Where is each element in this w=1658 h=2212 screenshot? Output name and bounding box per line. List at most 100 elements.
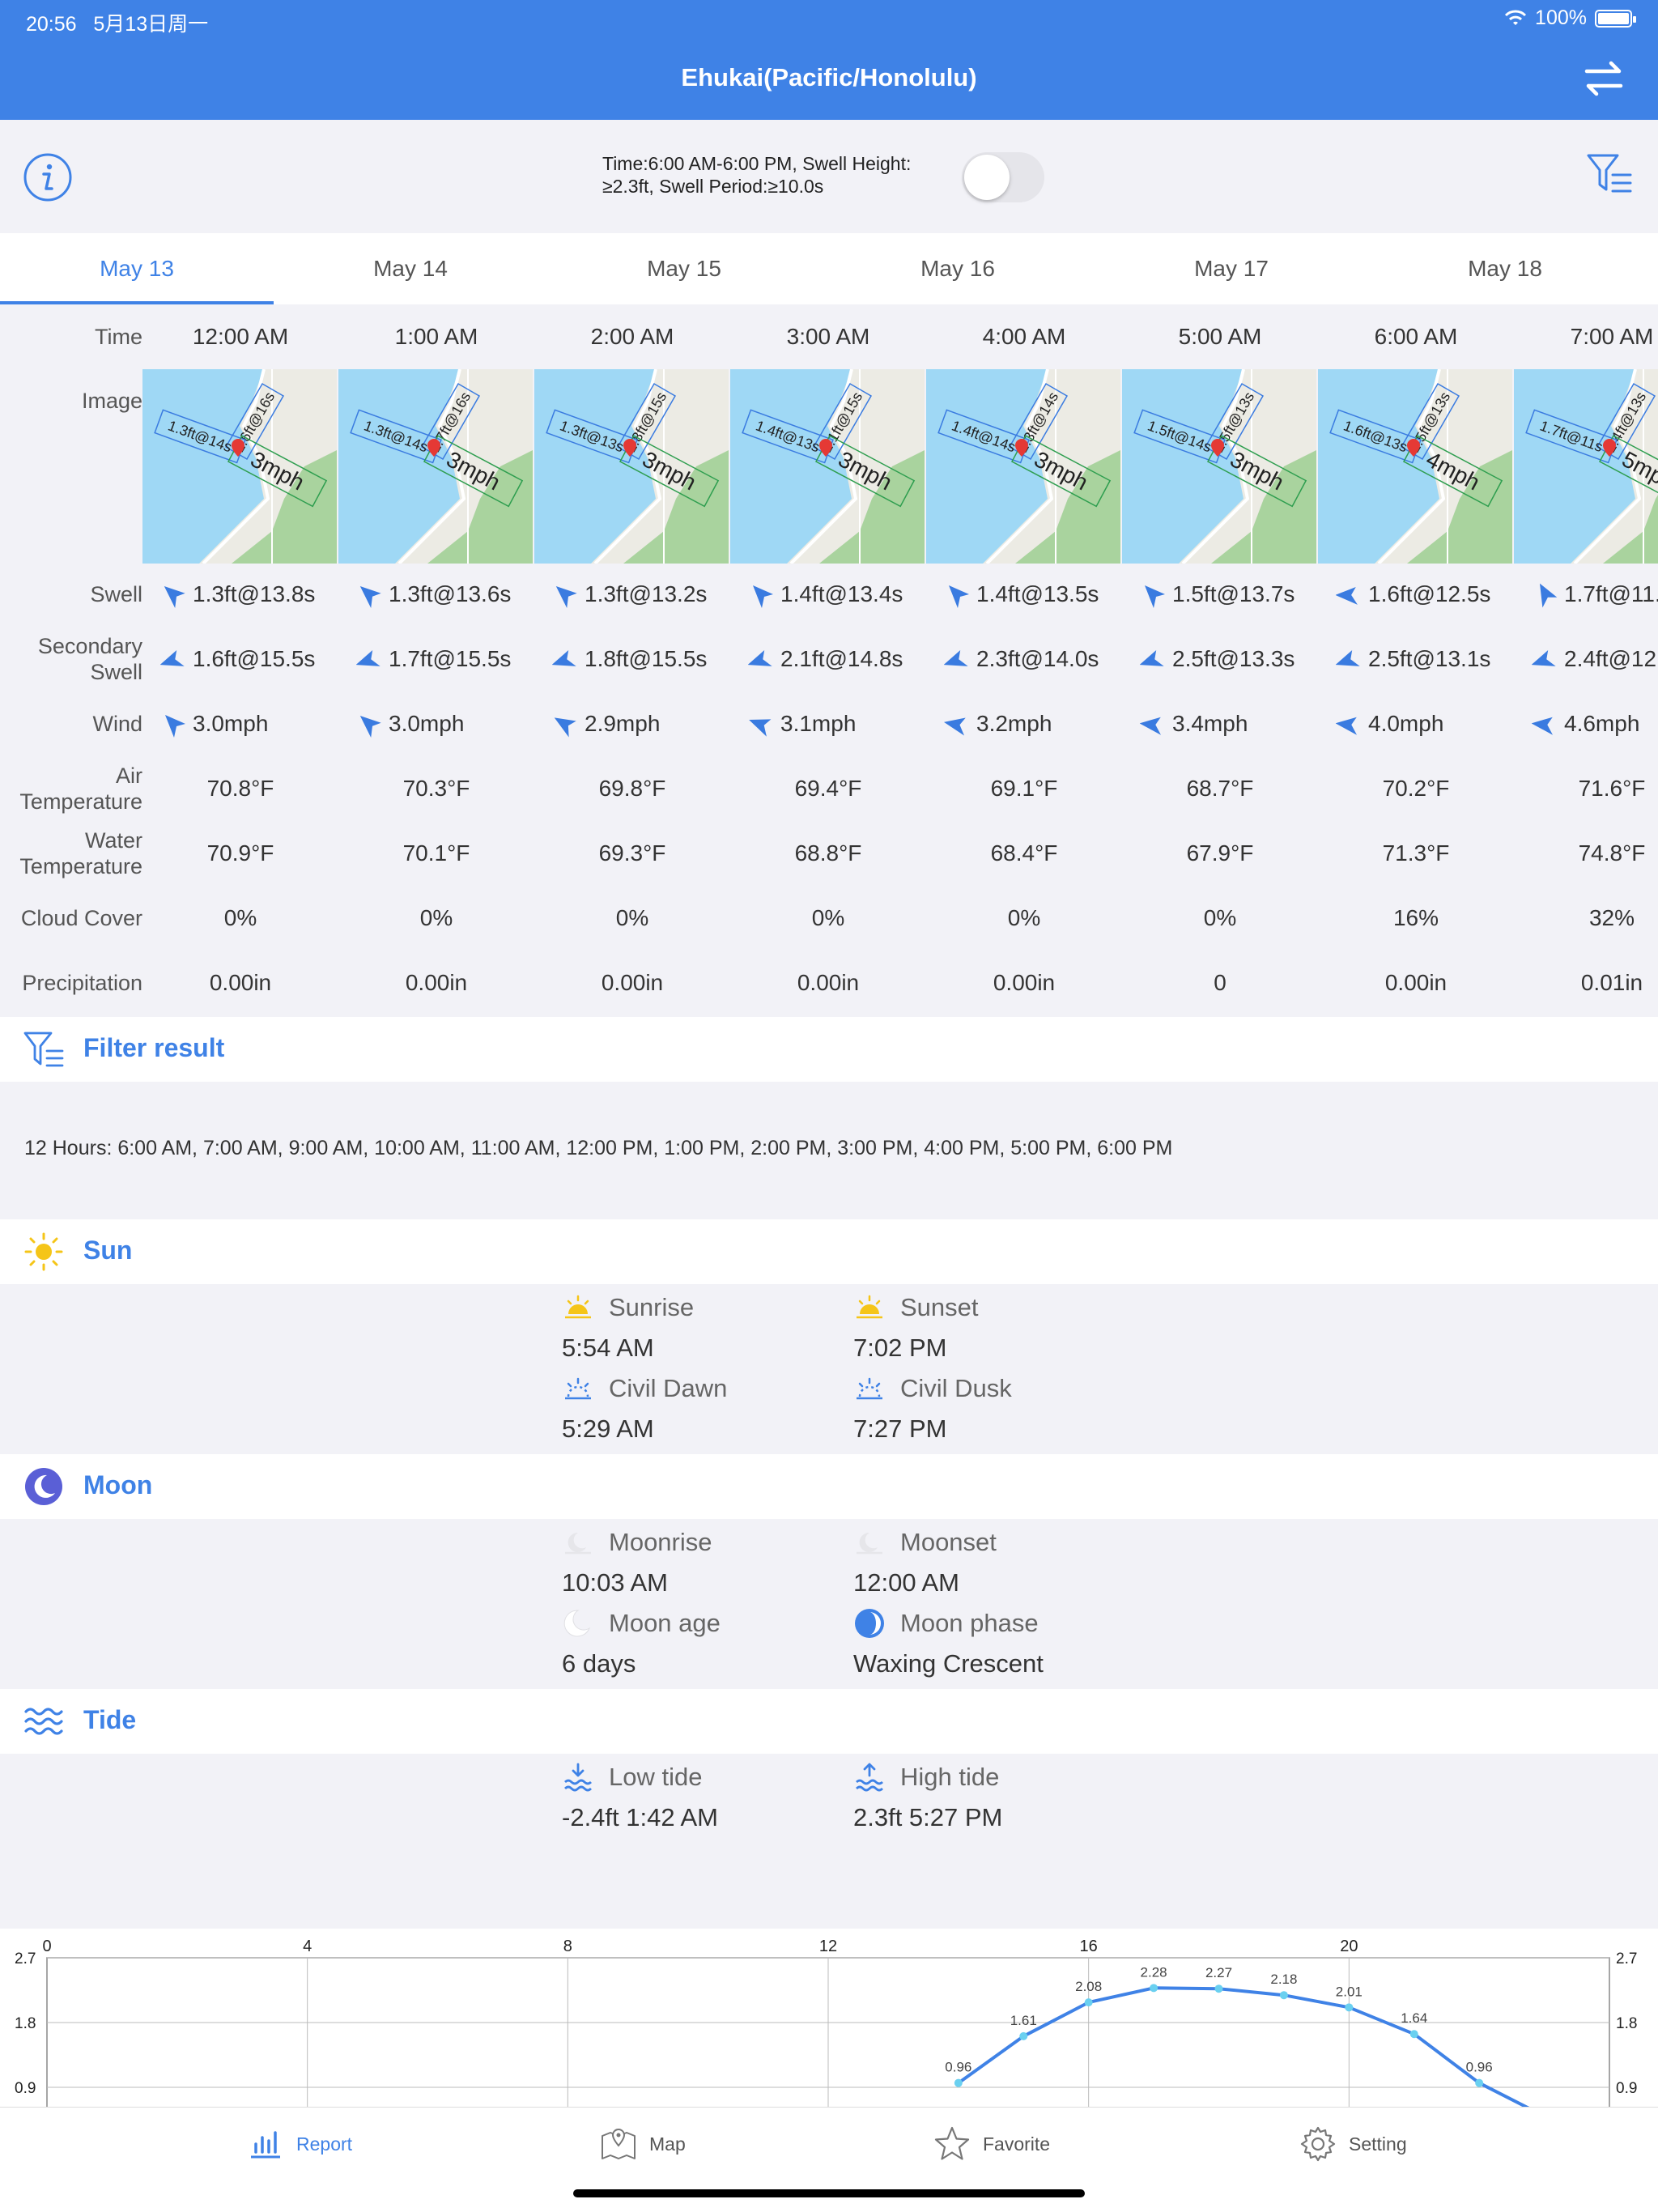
wind-direction-icon bbox=[749, 719, 772, 737]
swell-cell: 1.3ft@13.2s bbox=[534, 580, 730, 612]
swell-cell: 1.4ft@13.4s bbox=[730, 580, 926, 612]
high-tide-value: 2.3ft 5:27 PM bbox=[853, 1803, 1003, 1831]
tide-point bbox=[1150, 1984, 1158, 1993]
moon-age-value: 6 days bbox=[562, 1649, 636, 1678]
sun-header: Sun bbox=[0, 1219, 1658, 1284]
y-tick-label-right: 0.9 bbox=[1616, 2080, 1637, 2097]
secondary-swell-cell: 1.7ft@15.5s bbox=[338, 644, 534, 677]
surf-map-image[interactable]: 1.7ft@16s 1.3ft@14s 3mph bbox=[338, 369, 533, 564]
secondary-swell-direction-icon bbox=[1140, 650, 1164, 666]
surf-map-image[interactable]: 1.8ft@15s 1.3ft@13s 3mph bbox=[534, 369, 729, 564]
surf-map-image[interactable]: 2.5ft@13s 1.6ft@13s 4mph bbox=[1318, 369, 1512, 564]
tide-value-label: 0.96 bbox=[1466, 2060, 1493, 2075]
tide-value-label: 2.28 bbox=[1141, 1964, 1167, 1980]
cloud-cover-cell: 0% bbox=[419, 905, 453, 930]
sunset-icon bbox=[857, 1295, 882, 1319]
secondary-swell-cell: 2.5ft@13.1s bbox=[1318, 644, 1514, 677]
x-tick-label: 0 bbox=[42, 1938, 51, 1955]
date-tab-may-16[interactable]: May 16 bbox=[821, 233, 1095, 304]
tide-value-label: 2.01 bbox=[1336, 1984, 1363, 1999]
high-tide-label: High tide bbox=[900, 1763, 1000, 1791]
secondary-swell-direction-icon bbox=[356, 650, 380, 666]
precipitation-cell: 0 bbox=[1214, 970, 1226, 995]
tide-value-label: 2.27 bbox=[1205, 1965, 1232, 1980]
filter-icon[interactable] bbox=[1585, 151, 1634, 199]
tide-point bbox=[1214, 1984, 1223, 1993]
swell-direction-icon bbox=[1539, 583, 1558, 608]
filter-result-title: Filter result bbox=[83, 1033, 225, 1062]
date-tab-may-15[interactable]: May 15 bbox=[547, 233, 821, 304]
sun-title: Sun bbox=[83, 1236, 133, 1265]
forecast-time: 2:00 AM bbox=[590, 324, 674, 349]
sunrise-label: Sunrise bbox=[609, 1293, 695, 1321]
filter-toggle[interactable] bbox=[962, 152, 1044, 202]
tab-setting[interactable]: Setting bbox=[1299, 2108, 1407, 2180]
filter-icon bbox=[23, 1032, 64, 1067]
surf-map-image[interactable]: 2.5ft@13s 1.5ft@14s 3mph bbox=[1122, 369, 1316, 564]
forecast-time: 1:00 AM bbox=[394, 324, 478, 349]
forecast-time: 12:00 AM bbox=[192, 324, 289, 349]
swell-cell: 1.6ft@12.5s bbox=[1318, 580, 1514, 612]
y-tick-label-left: 1.8 bbox=[15, 2015, 36, 2032]
civil-dusk-label: Civil Dusk bbox=[900, 1374, 1012, 1402]
secondary-swell-cell: 1.6ft@15.5s bbox=[142, 644, 338, 677]
sun-right-column: Sunset 7:02 PM Civil Dusk 7:27 PM bbox=[853, 1287, 1012, 1449]
surf-map-image[interactable]: 2.4ft@13s 1.7ft@11s 5mph bbox=[1514, 369, 1658, 564]
tide-point bbox=[1019, 2031, 1028, 2040]
air-temp-cell: 70.2°F bbox=[1382, 776, 1450, 801]
surf-map-image[interactable]: 1.6ft@16s 1.3ft@14s 3mph bbox=[142, 369, 337, 564]
secondary-swell-direction-icon bbox=[160, 650, 185, 666]
forecast-time: 4:00 AM bbox=[982, 324, 1066, 349]
precipitation-cell: 0.00in bbox=[601, 970, 664, 995]
tab-favorite[interactable]: Favorite bbox=[933, 2108, 1050, 2180]
sunrise-icon bbox=[565, 1295, 591, 1319]
secondary-swell-direction-icon bbox=[1532, 650, 1556, 666]
forecast-time: 6:00 AM bbox=[1374, 324, 1458, 349]
options-bar: Time:6:00 AM-6:00 PM, Swell Height: ≥2.3… bbox=[0, 120, 1658, 233]
tide-chart[interactable]: 0 4 8 12 16 20 2.7 2.7 1.8 1.8 0.9 0.9 0.96 1.61 2.08 2… bbox=[0, 1929, 1658, 2137]
filter-result-header: Filter result bbox=[0, 1017, 1658, 1082]
app-header: 20:56 5月13日周一 100% Ehukai(Pacific/Honolu… bbox=[0, 0, 1658, 120]
date-tab-may-14[interactable]: May 14 bbox=[274, 233, 547, 304]
row-label-water-temp: Water Temperature bbox=[19, 828, 142, 878]
water-temp-cell: 70.9°F bbox=[206, 840, 274, 866]
water-temp-cell: 74.8°F bbox=[1578, 840, 1646, 866]
date-tab-may-17[interactable]: May 17 bbox=[1095, 233, 1368, 304]
wind-cell: 3.0mph bbox=[142, 709, 338, 742]
swell-direction-icon bbox=[555, 586, 577, 608]
tab-favorite-label: Favorite bbox=[983, 2133, 1051, 2155]
date-tab-may-18[interactable]: May 18 bbox=[1368, 233, 1642, 304]
wind-direction-icon bbox=[1140, 717, 1161, 735]
low-tide-label: Low tide bbox=[609, 1763, 703, 1791]
status-time: 20:56 5月13日周一 bbox=[26, 13, 209, 36]
battery-percent: 100% bbox=[1535, 6, 1587, 29]
tide-value-label: 2.18 bbox=[1270, 1972, 1297, 1987]
sunset-value: 7:02 PM bbox=[853, 1334, 947, 1362]
secondary-swell-cell: 1.8ft@15.5s bbox=[534, 644, 730, 677]
date-tab-may-13[interactable]: May 13 bbox=[0, 233, 274, 304]
surf-map-image[interactable]: 2.3ft@14s 1.4ft@14s 3mph bbox=[926, 369, 1120, 564]
wind-cell: 3.1mph bbox=[730, 709, 926, 742]
row-label-image: Image bbox=[81, 389, 142, 413]
civil-dusk-icon bbox=[857, 1377, 882, 1400]
tab-report[interactable]: Report bbox=[246, 2108, 352, 2180]
x-tick-label: 4 bbox=[303, 1938, 312, 1955]
high-tide-icon bbox=[856, 1763, 883, 1792]
water-temp-cell: 68.4°F bbox=[990, 840, 1058, 866]
cloud-cover-cell: 16% bbox=[1392, 905, 1439, 930]
wind-cell: 3.4mph bbox=[1122, 709, 1318, 742]
tab-map[interactable]: Map bbox=[599, 2108, 686, 2180]
y-tick-label-right: 1.8 bbox=[1616, 2015, 1637, 2032]
wind-direction-icon bbox=[165, 715, 185, 738]
surf-map-image[interactable]: 2.1ft@15s 1.4ft@13s 3mph bbox=[730, 369, 925, 564]
forecast-table[interactable]: Time Image Swell Secondary Swell Wind Air… bbox=[0, 304, 1658, 1017]
y-tick-label-left: 0.9 bbox=[15, 2080, 36, 2097]
wifi-icon bbox=[1504, 10, 1527, 25]
tide-right-column: High tide 2.3ft 5:27 PM bbox=[853, 1757, 1002, 1838]
info-icon[interactable] bbox=[23, 152, 73, 202]
row-label-secondary-swell: Secondary Swell bbox=[37, 634, 142, 684]
swap-icon[interactable] bbox=[1584, 60, 1624, 97]
tide-left-column: Low tide -2.4ft 1:42 AM bbox=[562, 1757, 718, 1838]
tide-icon bbox=[24, 1708, 63, 1735]
water-temp-cell: 70.1°F bbox=[402, 840, 470, 866]
